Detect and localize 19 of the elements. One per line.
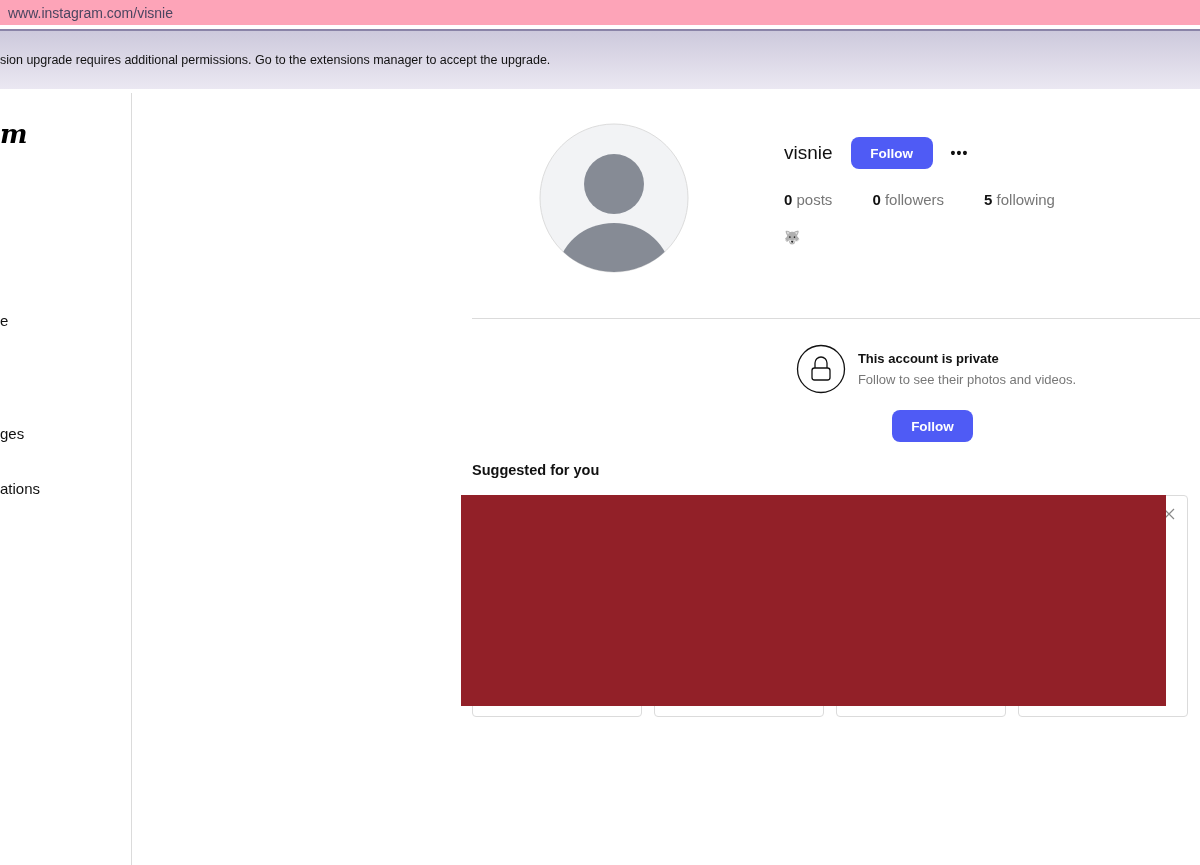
- follow-button[interactable]: Follow: [892, 410, 973, 442]
- lock-icon: [795, 344, 846, 394]
- sidebar-item[interactable]: ations: [0, 479, 41, 499]
- username: visnie: [784, 142, 833, 164]
- sidebar-item[interactable]: e: [0, 311, 9, 331]
- more-options-button[interactable]: •••: [950, 145, 969, 161]
- address-url[interactable]: www.instagram.com/visnie: [8, 4, 173, 21]
- follow-button[interactable]: Follow: [850, 137, 933, 169]
- private-title: This account is private: [857, 351, 1000, 366]
- profile-stat[interactable]: 0 posts: [784, 191, 833, 208]
- logo[interactable]: m: [0, 121, 28, 147]
- private-subtitle: Follow to see their photos and videos.: [857, 372, 1077, 387]
- sidebar-item[interactable]: ges: [0, 424, 25, 444]
- close-icon[interactable]: [1163, 508, 1175, 520]
- bio: 🐺: [784, 230, 801, 245]
- section-heading: Suggested for you: [472, 462, 601, 478]
- notification-message: sion upgrade requires additional permissions. Go to the extensions manager to accept the upgrade.: [0, 53, 551, 67]
- profile-stat[interactable]: 5 following: [984, 191, 1055, 208]
- profile-stat[interactable]: 0 followers: [872, 191, 945, 208]
